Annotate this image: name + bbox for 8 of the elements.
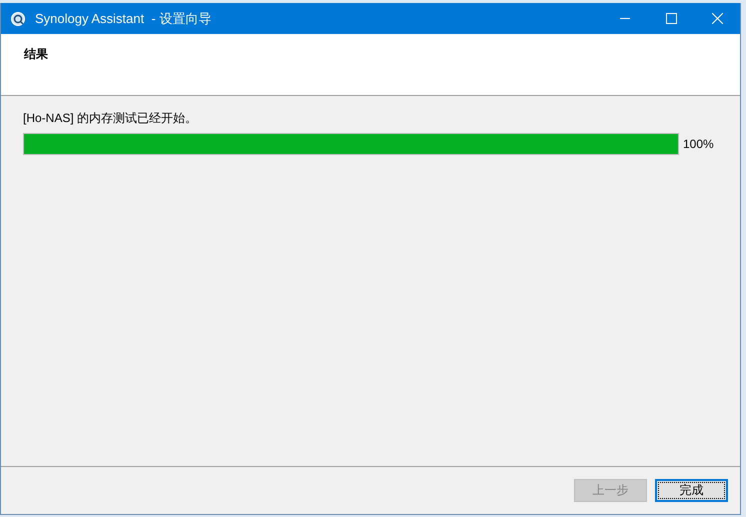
progress-percent: 100% [683,137,714,151]
step-title: 结果 [24,47,48,61]
status-message: [Ho-NAS] 的内存测试已经开始。 [23,110,198,127]
window-title: Synology Assistant - 设置向导 [35,10,212,28]
maximize-icon [666,13,676,24]
finish-button[interactable]: 完成 [655,479,728,502]
close-icon [712,13,722,24]
app-icon [11,12,25,26]
